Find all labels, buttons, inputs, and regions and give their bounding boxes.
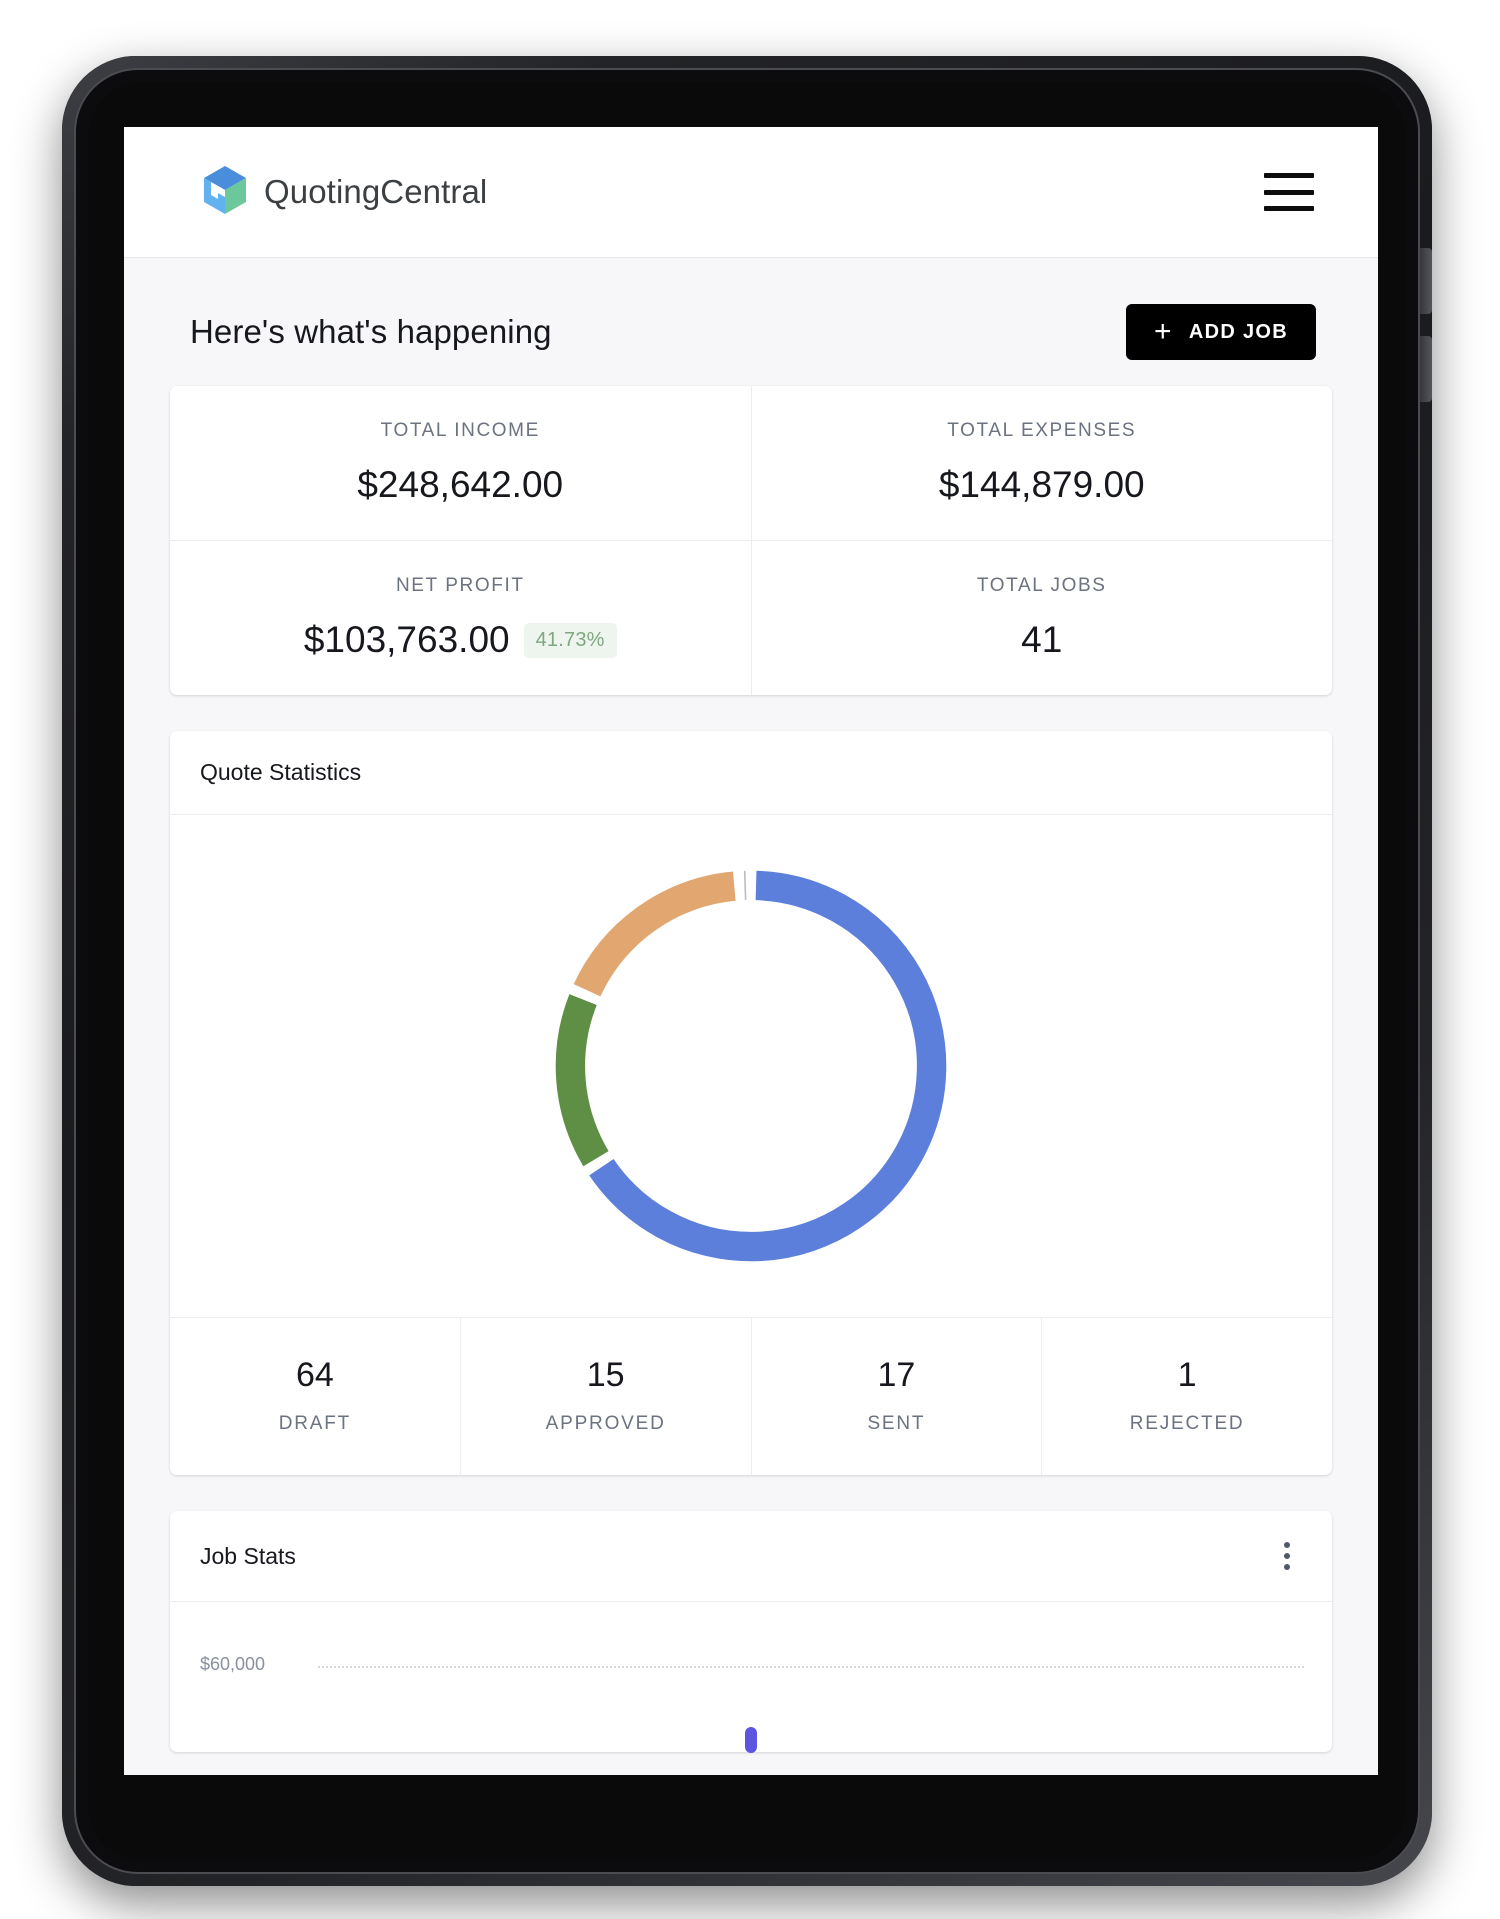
legend-value: 15: [586, 1356, 625, 1394]
donut-slice-approved[interactable]: [555, 994, 609, 1167]
hamburger-bar-2: [1264, 189, 1314, 195]
home-indicator: [745, 1727, 757, 1753]
stat-net-profit: NET PROFIT $103,763.00 41.73%: [170, 541, 751, 695]
hamburger-menu-icon[interactable]: [1264, 173, 1314, 211]
quote-statistics-legend: 64 DRAFT 15 APPROVED 17 SENT 1 REJECTED: [170, 1318, 1332, 1475]
stat-label: TOTAL EXPENSES: [947, 420, 1137, 441]
stat-label: TOTAL JOBS: [976, 575, 1107, 596]
volume-down-button[interactable]: [1418, 336, 1432, 402]
stat-total-expenses: TOTAL EXPENSES $144,879.00: [750, 386, 1333, 540]
stat-label: NET PROFIT: [395, 575, 525, 596]
legend-label: APPROVED: [545, 1413, 666, 1434]
summary-card: TOTAL INCOME $248,642.00 TOTAL EXPENSES …: [170, 386, 1332, 695]
chart-gridline: [318, 1666, 1304, 1668]
page-content: Here's what's happening + ADD JOB TOTAL …: [124, 258, 1378, 1752]
kebab-dot-2: [1284, 1553, 1290, 1559]
stat-value: $144,879.00: [762, 464, 1323, 506]
plus-icon: +: [1154, 315, 1173, 348]
legend-value: 1: [1177, 1356, 1197, 1394]
stat-amount: $248,642.00: [357, 464, 564, 505]
summary-row-bottom: NET PROFIT $103,763.00 41.73% TOTAL JOBS…: [170, 540, 1332, 695]
hamburger-bar-3: [1264, 206, 1314, 211]
add-job-button[interactable]: + ADD JOB: [1126, 304, 1316, 360]
legend-label: REJECTED: [1129, 1413, 1245, 1434]
summary-row-top: TOTAL INCOME $248,642.00 TOTAL EXPENSES …: [170, 386, 1332, 540]
legend-value: 64: [295, 1356, 334, 1394]
brand-logo-group[interactable]: QuotingCentral: [202, 165, 487, 220]
quote-statistics-card: Quote Statistics 64 DRAFT 15 APPROVED 17: [170, 731, 1332, 1475]
brand-name: QuotingCentral: [264, 173, 488, 210]
kebab-dot-3: [1284, 1564, 1290, 1570]
stat-total-jobs: TOTAL JOBS 41: [750, 541, 1333, 695]
stat-total-income: TOTAL INCOME $248,642.00: [170, 386, 751, 540]
job-stats-header: Job Stats: [170, 1511, 1332, 1602]
legend-item-rejected[interactable]: 1 REJECTED: [1041, 1318, 1332, 1475]
stat-amount: $103,763.00: [303, 619, 510, 660]
donut-svg: [555, 870, 947, 1262]
legend-item-approved[interactable]: 15 APPROVED: [459, 1318, 751, 1475]
volume-up-button[interactable]: [1418, 248, 1432, 314]
job-stats-card: Job Stats $60,000: [170, 1511, 1332, 1752]
page-title: Here's what's happening: [190, 313, 552, 350]
stat-amount: 41: [1021, 619, 1063, 660]
y-axis-tick-label: $60,000: [200, 1654, 266, 1674]
stat-value: $248,642.00: [180, 464, 741, 506]
stat-label: TOTAL INCOME: [380, 420, 540, 441]
legend-item-draft[interactable]: 64 DRAFT: [170, 1318, 460, 1475]
legend-label: SENT: [867, 1413, 926, 1434]
quote-statistics-title: Quote Statistics: [170, 731, 1332, 815]
job-stats-title: Job Stats: [200, 1542, 296, 1569]
cube-logo-icon: [202, 165, 248, 220]
page-header-row: Here's what's happening + ADD JOB: [168, 258, 1334, 386]
stat-amount: $144,879.00: [938, 464, 1145, 505]
screenshot-root: QuotingCentral Here's what's happening +…: [0, 0, 1500, 1919]
app-screen: QuotingCentral Here's what's happening +…: [124, 127, 1378, 1775]
stat-value: $103,763.00 41.73%: [180, 619, 741, 661]
donut-slice-draft[interactable]: [589, 870, 947, 1262]
legend-label: DRAFT: [278, 1413, 352, 1434]
stat-value: 41: [762, 619, 1323, 661]
donut-slice-sent[interactable]: [573, 871, 736, 997]
legend-value: 17: [877, 1356, 916, 1394]
legend-item-sent[interactable]: 17 SENT: [750, 1318, 1042, 1475]
hamburger-bar-1: [1264, 173, 1314, 178]
app-header: QuotingCentral: [124, 127, 1378, 258]
status-badge: 41.73%: [523, 622, 617, 658]
kebab-menu-icon[interactable]: [1272, 1539, 1302, 1573]
kebab-dot-1: [1284, 1542, 1290, 1548]
add-job-label: ADD JOB: [1188, 320, 1288, 343]
quote-statistics-donut-chart: [170, 815, 1332, 1318]
